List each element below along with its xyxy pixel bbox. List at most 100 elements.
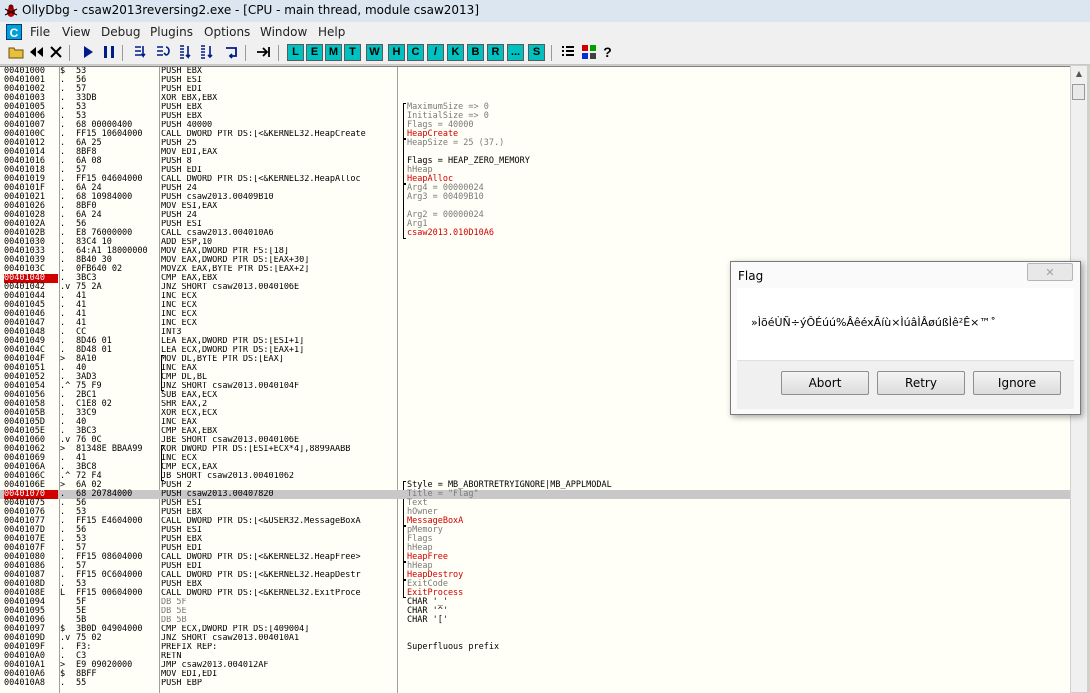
hex-dump-cell: 41 — [76, 291, 87, 301]
disasm-row[interactable]: 0040107F. 57 PUSH EDI hHeap — [0, 544, 1070, 553]
disasm-row[interactable]: 00401086. 57 PUSH EDI hHeap — [0, 562, 1070, 571]
menu-file[interactable]: File — [30, 25, 50, 39]
menu-view[interactable]: View — [62, 25, 90, 39]
disasm-row[interactable]: 00401005. 53 PUSH EBX MaximumSize => 0 — [0, 103, 1070, 112]
disasm-row[interactable]: 00401019. FF15 04604000 CALL DWORD PTR DS:… — [0, 175, 1070, 184]
handles-window-button[interactable]: H — [388, 44, 405, 61]
appearance-icon[interactable] — [559, 44, 576, 61]
disassembly-cell: DB 5F — [161, 598, 187, 607]
disasm-row[interactable]: 0040101F. 6A 24 PUSH 24 Arg4 = 00000024 — [0, 184, 1070, 193]
disasm-row[interactable]: 004010A6 $8BFF MOV EDI,EDI — [0, 670, 1070, 679]
pause-icon[interactable] — [100, 44, 117, 61]
cpu-window-icon[interactable]: C — [6, 24, 22, 40]
disasm-row[interactable]: 00401002. 57 PUSH EDI — [0, 85, 1070, 94]
open-icon[interactable] — [7, 44, 24, 61]
disasm-row[interactable]: 004010A8. 55 PUSH EBP — [0, 679, 1070, 688]
disasm-row[interactable]: 00401033. 64:A1 18000000 MOV EAX,DWORD PTR… — [0, 247, 1070, 256]
threads-window-button[interactable]: T — [344, 44, 361, 61]
run-icon[interactable] — [79, 44, 96, 61]
disasm-row[interactable]: 0040109D .v 75 02 JNZ SHORT csaw2013.004010… — [0, 634, 1070, 643]
menu-help[interactable]: Help — [318, 25, 345, 39]
trace-over-icon[interactable] — [198, 44, 215, 61]
disasm-row[interactable]: 00401026. 8BF0 MOV ESI,EAX — [0, 202, 1070, 211]
disasm-row[interactable]: 00401077. FF15 E4604000 CALL DWORD PTR DS:… — [0, 517, 1070, 526]
disasm-row[interactable]: 00401006. 53 PUSH EBX InitialSize => 0 — [0, 112, 1070, 121]
dialog-close-button[interactable]: ✕ — [1027, 263, 1073, 281]
disasm-row[interactable]: 00401080. FF15 08604000 CALL DWORD PTR DS:… — [0, 553, 1070, 562]
disasm-row[interactable]: 0040100C. FF15 10604000 CALL DWORD PTR DS:… — [0, 130, 1070, 139]
step-into-icon[interactable] — [132, 44, 149, 61]
disassembly-cell: LEA EAX,DWORD PTR DS:[ESI+1] — [161, 337, 305, 346]
disassembly-cell: PUSH ESI — [161, 526, 202, 535]
references-window-button[interactable]: R — [487, 44, 504, 61]
menu-plugins[interactable]: Plugins — [150, 25, 193, 39]
retry-button[interactable]: Retry — [877, 371, 965, 395]
disasm-row[interactable]: 00401012. 6A 25 PUSH 25 HeapSize = 25 (37.) — [0, 139, 1070, 148]
disasm-row[interactable]: 0040105D. 40 INC EAX — [0, 418, 1070, 427]
disasm-row[interactable]: 0040107E. 53 PUSH EBX Flags — [0, 535, 1070, 544]
goto-icon[interactable] — [254, 44, 271, 61]
disasm-row[interactable]: 004010A1 > E9 09020000 JMP csaw2013.004012A… — [0, 661, 1070, 670]
execute-till-return-icon[interactable] — [223, 44, 240, 61]
disasm-row[interactable]: 0040106E >6A 02 PUSH 2 Style = MB_ABORTRETR… — [0, 481, 1070, 490]
disasm-row[interactable]: 0040108D. 53 PUSH EBX ExitCode — [0, 580, 1070, 589]
scroll-thumb[interactable] — [1072, 84, 1085, 100]
disasm-row[interactable]: 00401087. FF15 0C604000 CALL DWORD PTR DS:… — [0, 571, 1070, 580]
disasm-row[interactable]: 00401095 5E DB 5E CHAR '^' — [0, 607, 1070, 616]
disasm-row[interactable]: 00401007. 68 00000400 PUSH 40000 Flags = 40… — [0, 121, 1070, 130]
disasm-row[interactable]: 00401075. 56 PUSH ESI Text — [0, 499, 1070, 508]
help-icon[interactable]: ? — [599, 44, 616, 61]
disasm-row[interactable]: 0040106A. 3BC8 CMP ECX,EAX — [0, 463, 1070, 472]
disasm-row[interactable]: 00401021. 68 10984000 PUSH csaw2013.00409B… — [0, 193, 1070, 202]
disassembly-cell: PUSH EBP — [161, 679, 202, 688]
abort-button[interactable]: Abort — [781, 371, 869, 395]
disasm-row[interactable]: 00401070. 68 20784000 PUSH csaw2013.004078… — [0, 490, 1070, 499]
disassembly-cell: PUSH 24 — [161, 184, 197, 193]
trace-into-icon[interactable] — [177, 44, 194, 61]
disasm-row[interactable]: 00401096 5B DB 5B CHAR '[' — [0, 616, 1070, 625]
disasm-row[interactable]: 0040107D. 56 PUSH ESI pMemory — [0, 526, 1070, 535]
disasm-row[interactable]: 00401076. 53 PUSH EBX hOwner — [0, 508, 1070, 517]
disasm-row[interactable]: 0040105E. 3BC3 CMP EAX,EBX — [0, 427, 1070, 436]
disasm-row[interactable]: 00401028. 6A 24 PUSH 24 Arg2 = 00000024 — [0, 211, 1070, 220]
disasm-row[interactable]: 0040109F. F3: PREFIX REP: Superfluous prefi… — [0, 643, 1070, 652]
call-stack-window-button[interactable]: K — [447, 44, 464, 61]
disasm-row[interactable]: 00401094 5F DB 5F CHAR '_' — [0, 598, 1070, 607]
close-icon[interactable] — [47, 44, 64, 61]
disasm-row[interactable]: 00401000 $53 PUSH EBX — [0, 67, 1070, 76]
source-window-button[interactable]: S — [528, 44, 545, 61]
menu-options[interactable]: Options — [204, 25, 250, 39]
log-window-button[interactable]: L — [287, 44, 304, 61]
disasm-row[interactable]: 00401014. 8BF8 MOV EDI,EAX — [0, 148, 1070, 157]
disasm-row[interactable]: 00401060 .v 76 0C JBE SHORT csaw2013.004010… — [0, 436, 1070, 445]
breakpoints-window-button[interactable]: B — [467, 44, 484, 61]
ignore-button[interactable]: Ignore — [973, 371, 1061, 395]
disasm-row[interactable]: 00401016. 6A 08 PUSH 8 Flags = HEAP_ZERO_ME… — [0, 157, 1070, 166]
disasm-row[interactable]: 0040102B. E8 76000000 CALL csaw2013.004010… — [0, 229, 1070, 238]
cpu-window-button[interactable]: C — [407, 44, 424, 61]
disasm-row[interactable]: 00401030. 83C4 10 ADD ESP,10 — [0, 238, 1070, 247]
disasm-row[interactable]: 00401001. 56 PUSH ESI — [0, 76, 1070, 85]
restart-icon[interactable] — [27, 44, 44, 61]
disasm-row[interactable]: 00401018. 57 PUSH EDI hHeap — [0, 166, 1070, 175]
disasm-row[interactable]: 00401003. 33DB XOR EBX,EBX — [0, 94, 1070, 103]
patches-window-button[interactable]: / — [427, 44, 444, 61]
disassembly-cell: CALL DWORD PTR DS:[<&KERNEL32.HeapAlloc — [161, 175, 361, 184]
disasm-row[interactable]: 004010A0. C3 RETN — [0, 652, 1070, 661]
menu-window[interactable]: Window — [260, 25, 307, 39]
windows-window-button[interactable]: W — [366, 44, 383, 61]
modules-window-button[interactable]: E — [306, 44, 323, 61]
disasm-row[interactable]: 00401069. 41 INC ECX — [0, 454, 1070, 463]
disasm-row[interactable]: 00401097 $3B0D 04904000 CMP ECX,DWORD PTR … — [0, 625, 1070, 634]
menu-debug[interactable]: Debug — [101, 25, 140, 39]
scroll-up-arrow-icon[interactable]: ▲ — [1071, 66, 1087, 82]
disassembly-cell: XOR EBX,EBX — [161, 94, 218, 103]
run-trace-window-button[interactable]: ... — [507, 44, 524, 61]
colors-icon[interactable] — [580, 44, 597, 61]
disassembly-cell: PUSH EDI — [161, 85, 202, 94]
step-over-icon[interactable] — [154, 44, 171, 61]
memory-window-button[interactable]: M — [325, 44, 342, 61]
disasm-row[interactable]: 00401062 >81348E BBAA99 XOR DWORD PTR DS:[… — [0, 445, 1070, 454]
disasm-row[interactable]: 0040102A. 56 PUSH ESI Arg1 — [0, 220, 1070, 229]
disasm-row[interactable]: 0040108E L FF15 00604000 CALL DWORD PTR DS:… — [0, 589, 1070, 598]
